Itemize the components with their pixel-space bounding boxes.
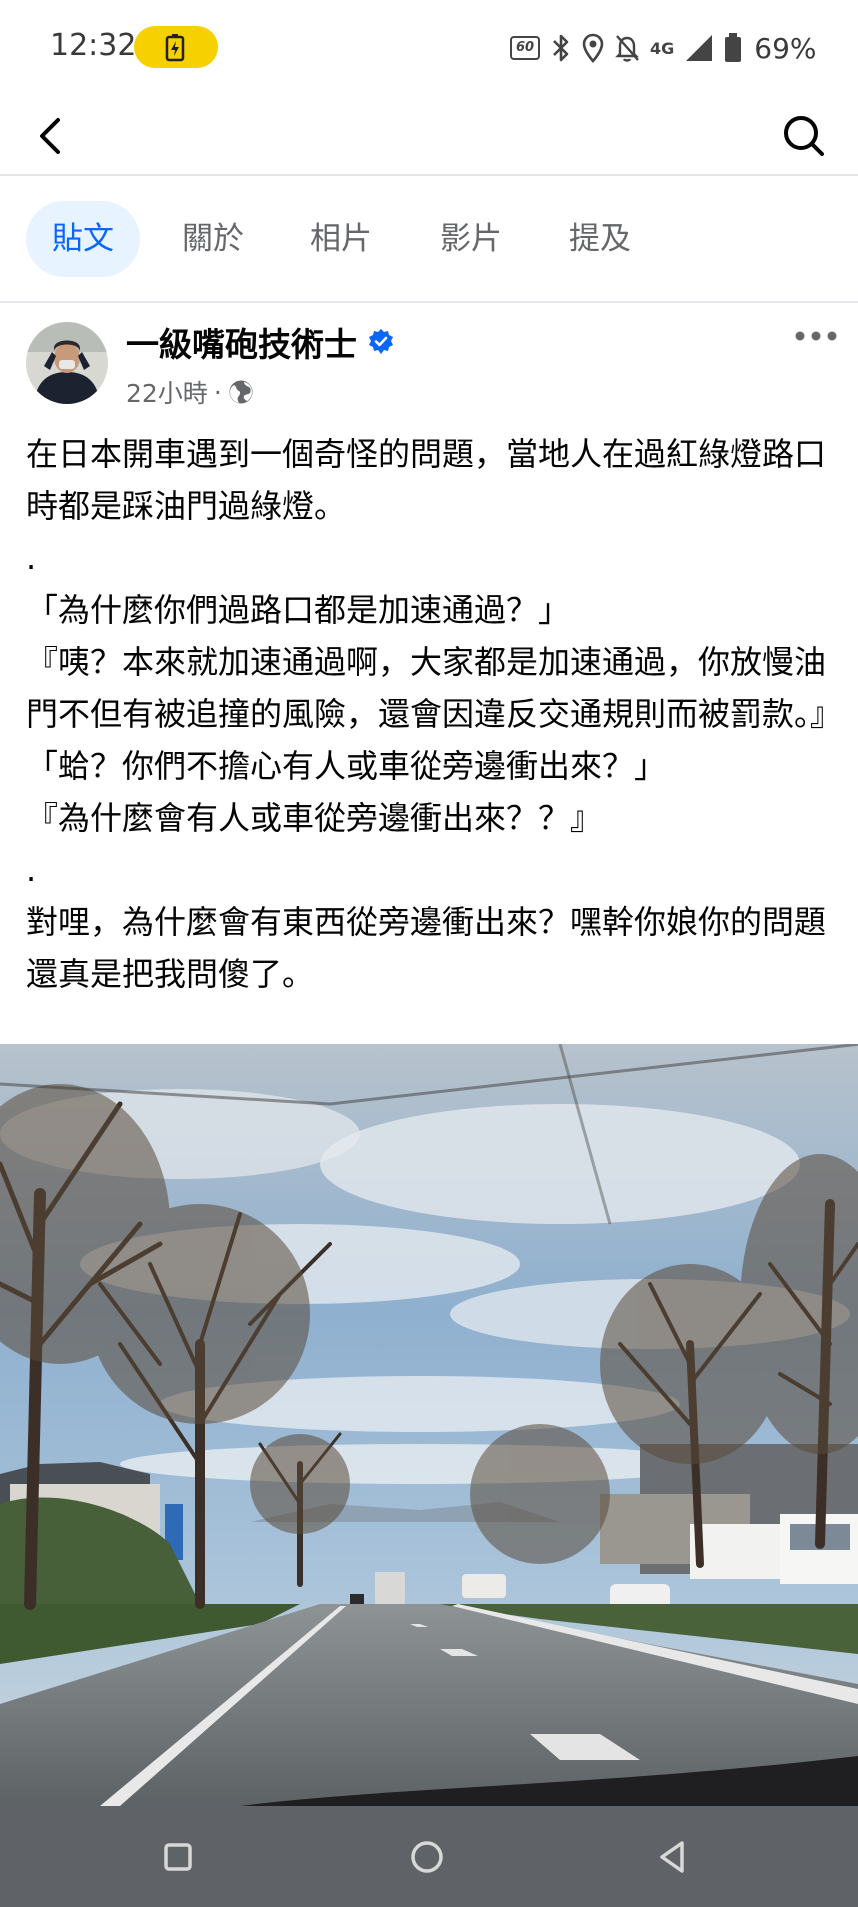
post-paragraph: . xyxy=(26,851,37,889)
back-triangle-icon xyxy=(660,1841,684,1873)
post-paragraph: 『咦？本來就加速通過啊，大家都是加速通過，你放慢油門不但有被追撞的風險，還會因違… xyxy=(26,643,843,733)
mute-bell-icon xyxy=(615,35,639,62)
post-paragraph: 『為什麼會有人或車從旁邊衝出來？？』 xyxy=(26,799,603,837)
back-button[interactable] xyxy=(30,108,74,164)
post-paragraph: 對哩，為什麼會有東西從旁邊衝出來？嘿幹你娘你的問題還真是把我問傻了。 xyxy=(26,903,827,993)
home-icon xyxy=(411,1841,443,1873)
post-paragraph: 在日本開車遇到一個奇怪的問題，當地人在過紅綠燈路口時都是踩油門過綠燈。 xyxy=(26,435,827,525)
recents-button[interactable] xyxy=(152,1831,204,1883)
tab-about[interactable]: 關於 xyxy=(182,201,244,277)
network-type: 4G xyxy=(650,38,675,58)
more-options-button[interactable] xyxy=(794,318,838,354)
battery-icon xyxy=(725,33,742,62)
post-author: 一級嘴砲技術士 xyxy=(126,318,395,366)
author-name[interactable]: 一級嘴砲技術士 xyxy=(126,318,357,366)
search-button[interactable] xyxy=(778,108,830,164)
battery-charging-icon xyxy=(165,34,185,62)
bluetooth-icon xyxy=(553,34,569,62)
avatar[interactable] xyxy=(26,322,108,404)
system-nav-bar xyxy=(0,1806,858,1907)
tab-posts[interactable]: 貼文 xyxy=(26,201,140,277)
post-paragraph: . xyxy=(26,539,37,577)
post-time[interactable]: 22小時 xyxy=(126,374,208,410)
tab-photos[interactable]: 相片 xyxy=(310,201,372,277)
verified-badge-icon xyxy=(369,329,393,354)
divider xyxy=(0,301,858,303)
status-bar: 12:32 60 4G 69% xyxy=(0,0,858,96)
post-photo[interactable] xyxy=(0,1044,858,1806)
status-icons: 60 4G 69% xyxy=(510,30,817,66)
home-button[interactable] xyxy=(401,1831,453,1883)
search-icon xyxy=(784,116,824,156)
post-paragraph: 「為什麼你們過路口都是加速通過？」 xyxy=(26,591,571,629)
post-paragraph: 「蛤？你們不擔心有人或車從旁邊衝出來？」 xyxy=(26,747,667,785)
post-text: 在日本開車遇到一個奇怪的問題，當地人在過紅綠燈路口時都是踩油門過綠燈。 . 「為… xyxy=(26,428,843,1000)
battery-percent: 69% xyxy=(754,31,817,65)
chevron-left-icon xyxy=(40,118,60,154)
app-bar xyxy=(0,96,858,174)
globe-icon xyxy=(229,380,253,404)
signal-icon xyxy=(686,35,713,61)
meta-separator: · xyxy=(213,377,222,407)
post-meta: 22小時 · xyxy=(126,374,254,410)
location-icon xyxy=(582,33,604,63)
status-time: 12:32 xyxy=(50,28,137,63)
system-back-button[interactable] xyxy=(648,1831,700,1883)
tab-mentions[interactable]: 提及 xyxy=(569,201,631,277)
more-horizontal-icon xyxy=(795,331,837,341)
recents-icon xyxy=(164,1843,192,1871)
refresh-rate-icon: 60 xyxy=(510,36,540,60)
tab-videos[interactable]: 影片 xyxy=(440,201,502,277)
profile-tabs: 貼文 關於 相片 影片 提及 xyxy=(0,175,858,301)
charging-indicator xyxy=(134,26,218,68)
